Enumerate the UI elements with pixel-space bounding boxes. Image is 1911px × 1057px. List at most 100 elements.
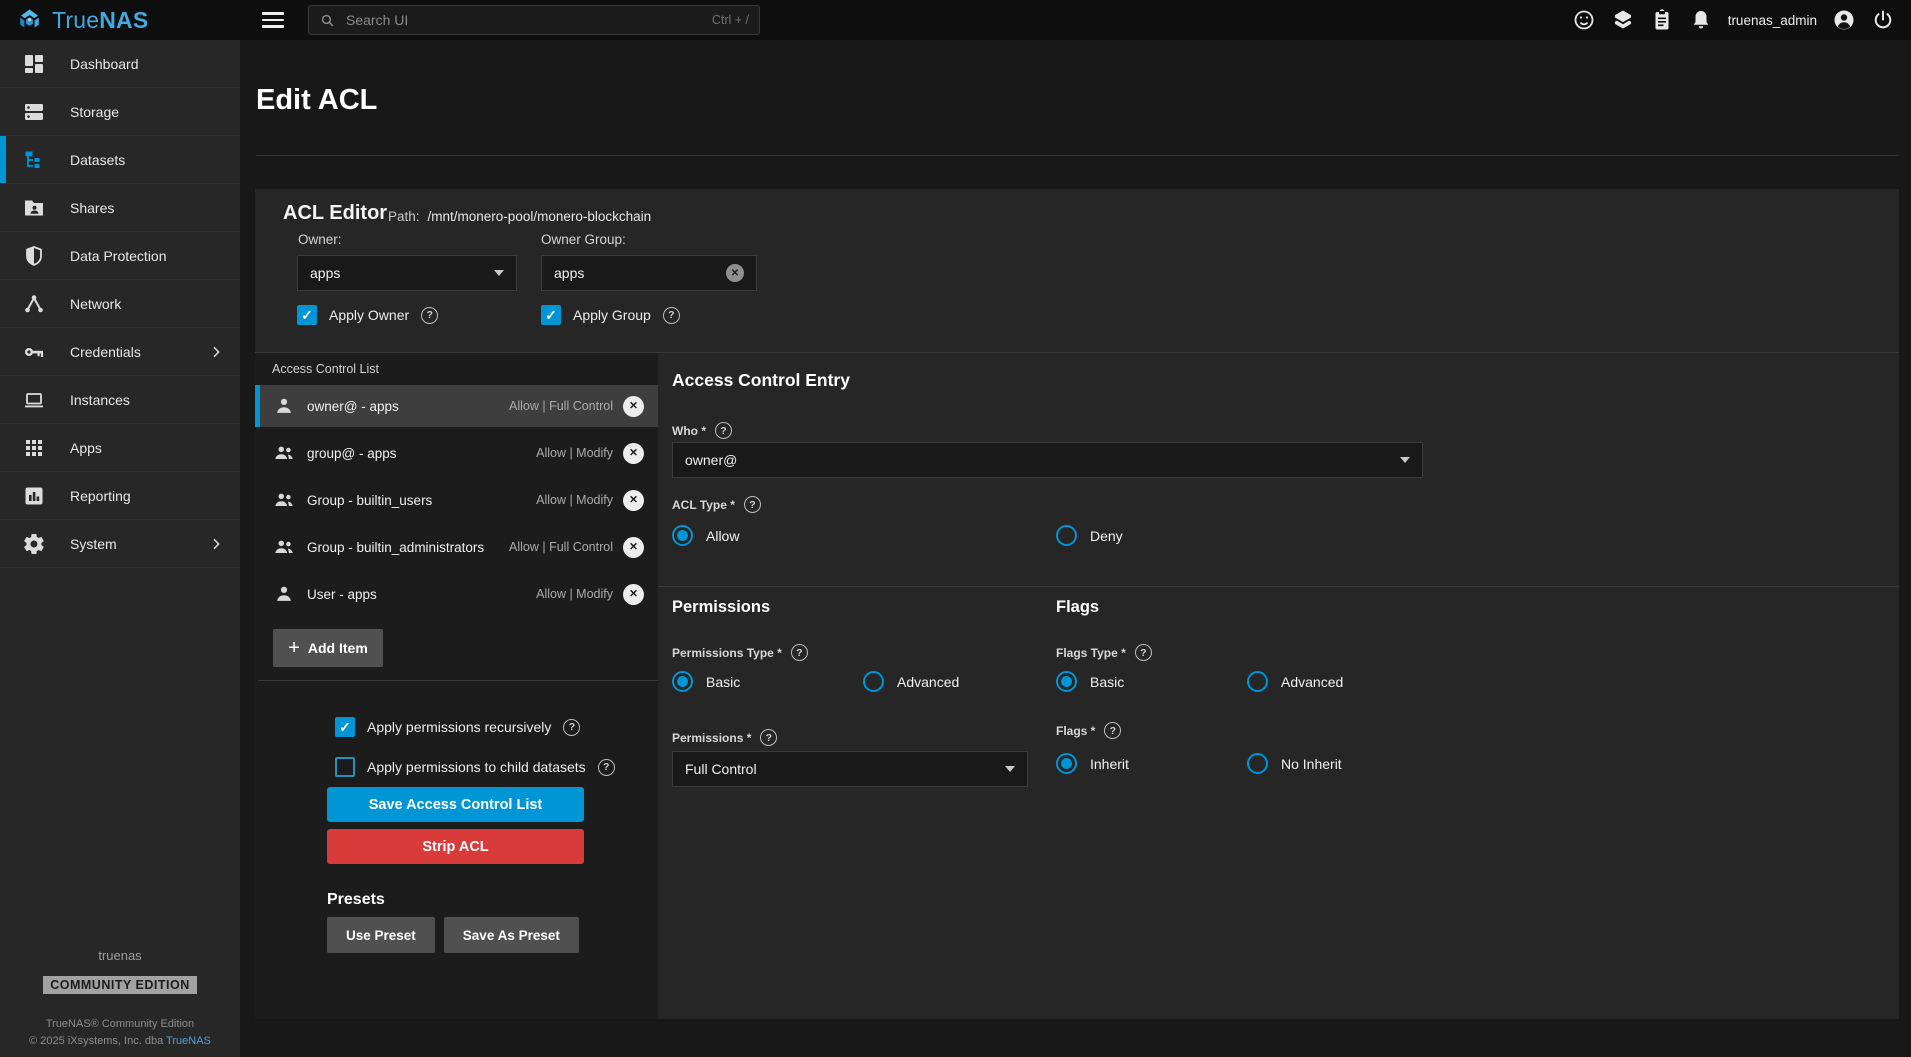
notifications-bell-icon[interactable] [1689,8,1713,32]
acl-type-field-label: ACL Type * [672,496,761,513]
acl-entry-row[interactable]: Group - builtin_users Allow | Modify [255,479,658,521]
apply-group-checkbox[interactable]: Apply Group [541,305,680,325]
search-input[interactable] [344,11,712,29]
sidebar-footer: truenas COMMUNITY EDITION TrueNAS® Commu… [0,948,240,1049]
radio-label: Allow [706,528,739,544]
help-icon[interactable] [563,719,580,736]
truenas-logo-icon [16,7,43,34]
checkbox-unchecked-icon[interactable] [335,757,355,777]
username-label: truenas_admin [1728,13,1817,28]
radio-permissions-basic[interactable]: Basic [672,671,740,692]
add-item-button[interactable]: Add Item [273,629,383,667]
radio-flags-basic[interactable]: Basic [1056,671,1124,692]
sidebar-item-dashboard[interactable]: Dashboard [0,40,240,88]
apps-grid-icon [22,436,46,460]
acl-entry-permission: Allow | Full Control [509,540,613,554]
sidebar-item-credentials[interactable]: Credentials [0,328,240,376]
acl-entry-row[interactable]: owner@ - apps Allow | Full Control [255,385,658,427]
truenas-footer-link[interactable]: TrueNAS [166,1035,211,1047]
laptop-icon [22,388,46,412]
permissions-select[interactable]: Full Control [672,751,1028,787]
sidenav-toggle-icon[interactable] [262,12,284,28]
remove-entry-icon[interactable] [623,490,644,511]
radio-flags-advanced[interactable]: Advanced [1247,671,1343,692]
radio-allow[interactable]: Allow [672,525,739,546]
truecommand-stack-icon[interactable] [1611,8,1635,32]
radio-label: Advanced [1281,674,1343,690]
acl-entry-who: User - apps [307,587,377,602]
acl-entry-row[interactable]: group@ - apps Allow | Modify [255,432,658,474]
radio-label: No Inherit [1281,756,1342,772]
sidebar-item-system[interactable]: System [0,520,240,568]
acl-list-title: Access Control List [272,362,379,376]
user-avatar-icon[interactable] [1832,8,1856,32]
jobs-clipboard-icon[interactable] [1650,8,1674,32]
recursive-checkbox[interactable]: Apply permissions recursively [335,717,580,737]
child-datasets-checkbox[interactable]: Apply permissions to child datasets [335,757,615,777]
radio-no-inherit[interactable]: No Inherit [1247,753,1342,774]
strip-acl-button[interactable]: Strip ACL [327,829,584,864]
sidebar-item-storage[interactable]: Storage [0,88,240,136]
radio-permissions-advanced[interactable]: Advanced [863,671,959,692]
help-icon[interactable] [715,422,732,439]
person-icon [273,395,295,417]
help-icon[interactable] [760,729,777,746]
apply-owner-label: Apply Owner [329,307,409,323]
acl-entry-row[interactable]: Group - builtin_administrators Allow | F… [255,526,658,568]
radio-inherit[interactable]: Inherit [1056,753,1129,774]
apply-owner-checkbox[interactable]: Apply Owner [297,305,438,325]
radio-label: Inherit [1090,756,1129,772]
people-icon [273,536,295,558]
acl-entry-permission: Allow | Modify [536,493,613,507]
checkbox-checked-icon[interactable] [335,717,355,737]
flags-section-title: Flags [1056,598,1099,617]
sidebar-item-instances[interactable]: Instances [0,376,240,424]
power-icon[interactable] [1871,8,1895,32]
feedback-smiley-icon[interactable] [1572,8,1596,32]
truenas-logo[interactable]: TrueNAS [0,7,240,34]
sidebar-item-shares[interactable]: Shares [0,184,240,232]
checkbox-checked-icon[interactable] [297,305,317,325]
help-icon[interactable] [421,307,438,324]
use-preset-button[interactable]: Use Preset [327,917,435,953]
owner-group-input[interactable]: apps [541,255,757,291]
remove-entry-icon[interactable] [623,537,644,558]
dataset-path: Path: /mnt/monero-pool/monero-blockchain [388,209,651,224]
radio-deny[interactable]: Deny [1056,525,1123,546]
help-icon[interactable] [598,759,615,776]
save-acl-button[interactable]: Save Access Control List [327,787,584,822]
owner-select[interactable]: apps [297,255,517,291]
topbar-actions: truenas_admin [1572,8,1911,32]
help-icon[interactable] [791,644,808,661]
chevron-down-icon [494,270,504,276]
help-icon[interactable] [744,496,761,513]
flags-type-label: Flags Type * [1056,644,1152,661]
sidebar-item-data-protection[interactable]: Data Protection [0,232,240,280]
help-icon[interactable] [663,307,680,324]
checkbox-checked-icon[interactable] [541,305,561,325]
recursive-label: Apply permissions recursively [367,719,551,735]
truenas-app: TrueNAS Ctrl + / truenas_admin Dashboard… [0,0,1911,1057]
clear-icon[interactable] [726,264,744,282]
help-icon[interactable] [1135,644,1152,661]
help-icon[interactable] [1104,722,1121,739]
radio-icon [863,671,884,692]
page-title: Edit ACL [256,84,377,117]
who-select[interactable]: owner@ [672,442,1423,478]
search-icon [319,12,336,29]
sidebar-item-reporting[interactable]: Reporting [0,472,240,520]
remove-entry-icon[interactable] [623,584,644,605]
acl-entry-row[interactable]: User - apps Allow | Modify [255,573,658,615]
global-search[interactable]: Ctrl + / [308,5,760,35]
access-control-entry-panel: Access Control Entry Who * owner@ ACL Ty… [658,353,1899,1019]
remove-entry-icon[interactable] [623,443,644,464]
sidebar-item-network[interactable]: Network [0,280,240,328]
sidebar-item-label: Data Protection [70,248,167,264]
apply-group-label: Apply Group [573,307,651,323]
acl-entry-permission: Allow | Full Control [509,399,613,413]
child-datasets-label: Apply permissions to child datasets [367,759,586,775]
sidebar-item-datasets[interactable]: Datasets [0,136,240,184]
remove-entry-icon[interactable] [623,396,644,417]
save-as-preset-button[interactable]: Save As Preset [444,917,579,953]
sidebar-item-apps[interactable]: Apps [0,424,240,472]
